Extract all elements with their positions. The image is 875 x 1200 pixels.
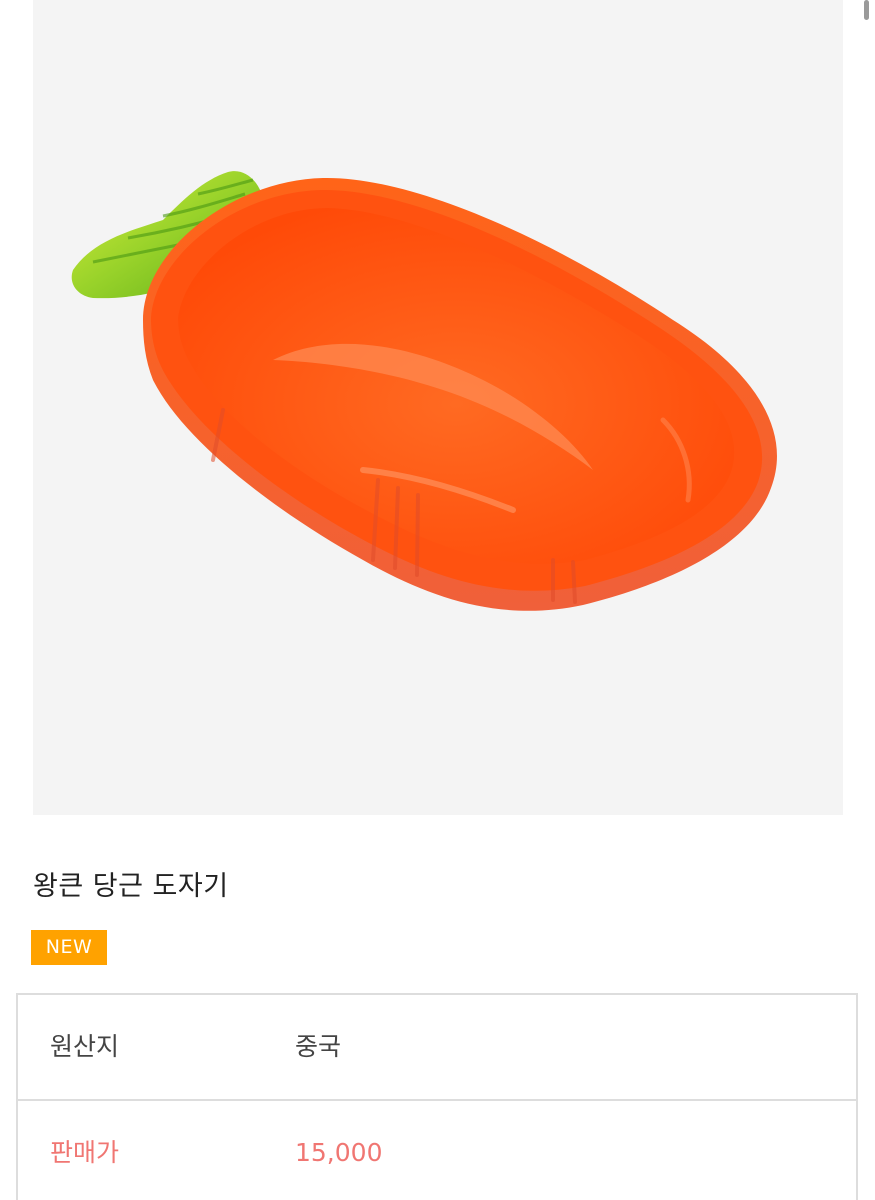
scroll-indicator[interactable]: [864, 0, 869, 20]
info-row-origin: 원산지 중국: [18, 995, 856, 1101]
price-value: 15,000: [295, 1138, 383, 1167]
product-detail-page: 왕큰 당근 도자기 NEW 원산지 중국 판매가 15,000: [0, 0, 875, 1200]
product-title: 왕큰 당근 도자기: [33, 871, 229, 902]
new-badge: NEW: [31, 930, 107, 965]
carrot-bowl-illustration: [71, 171, 777, 611]
price-label: 판매가: [50, 1138, 120, 1167]
product-info-table: 원산지 중국 판매가 15,000: [16, 993, 858, 1200]
info-row-price: 판매가 15,000: [18, 1101, 856, 1200]
product-image[interactable]: [33, 0, 843, 815]
origin-value: 중국: [295, 1032, 342, 1061]
origin-label: 원산지: [50, 1032, 120, 1061]
